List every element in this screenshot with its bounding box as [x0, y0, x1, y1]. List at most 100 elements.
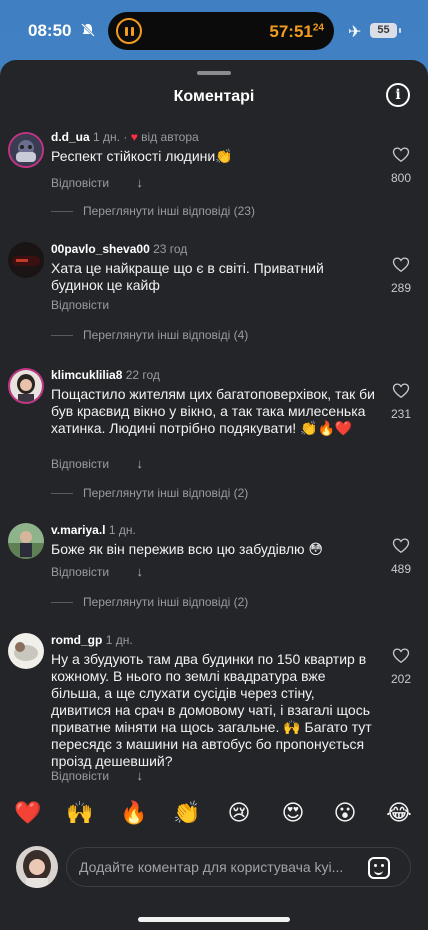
emoji-clap[interactable]: 👏	[169, 800, 205, 826]
home-indicator	[138, 917, 290, 922]
arrow-down-icon[interactable]: ↓	[136, 175, 143, 190]
view-replies-button[interactable]: Переглянути інші відповіді (2)	[51, 486, 248, 500]
pause-icon[interactable]	[116, 18, 142, 44]
comments-sheet: Коментарі i d.d_ua 1 дн. · ♥ від автора …	[0, 60, 428, 930]
heart-outline-icon[interactable]	[392, 382, 410, 399]
comment-item: romd_gp 1 дн. Ну а збудують там два буди…	[0, 633, 428, 783]
comment-username[interactable]: v.mariya.l	[51, 523, 105, 537]
arrow-down-icon[interactable]: ↓	[136, 768, 143, 783]
replies-line	[51, 493, 73, 495]
comment-text: Хата це найкраще що є в світі. Приватний…	[51, 260, 324, 293]
heart-outline-icon[interactable]	[392, 647, 410, 664]
heart-outline-icon[interactable]	[392, 256, 410, 273]
emoji-fire[interactable]: 🔥	[116, 800, 152, 826]
sheet-title: Коментарі	[173, 88, 255, 105]
comment-username[interactable]: d.d_ua	[51, 130, 90, 144]
comment-input-box[interactable]	[66, 847, 411, 887]
emoji-heart[interactable]: ❤️	[10, 800, 46, 826]
airplane-icon: ✈	[348, 24, 362, 41]
comment-item: v.mariya.l 1 дн. Боже як він пережив всю…	[0, 523, 428, 623]
like-count: 231	[390, 407, 412, 421]
like-button[interactable]	[388, 146, 414, 163]
heart-outline-icon[interactable]	[392, 537, 410, 554]
comment-header: v.mariya.l 1 дн.	[51, 523, 136, 537]
replies-line	[51, 211, 73, 213]
avatar[interactable]	[8, 368, 44, 404]
comment-actions: Відповісти	[51, 298, 109, 312]
view-replies-label[interactable]: Переглянути інші відповіді (2)	[83, 486, 248, 500]
comment-time: 23 год	[153, 242, 188, 256]
like-count: 489	[390, 562, 412, 576]
comment-actions: Відповісти ↓	[51, 175, 143, 190]
emoji-laughing[interactable]: 😂	[381, 800, 417, 826]
timer-value: 57:51	[269, 22, 313, 41]
info-icon[interactable]: i	[386, 83, 410, 107]
comment-composer	[0, 846, 428, 892]
sheet-grabber[interactable]	[197, 71, 231, 75]
comment-header: klimcuklilia8 22 год	[51, 368, 160, 382]
avatar[interactable]	[8, 132, 44, 168]
arrow-down-icon[interactable]: ↓	[136, 456, 143, 471]
reply-button[interactable]: Відповісти	[51, 298, 109, 312]
emoji-surprised[interactable]: 😮	[327, 800, 363, 826]
heart-icon: ♥	[130, 130, 138, 144]
reply-button[interactable]: Відповісти	[51, 176, 109, 190]
sticker-icon[interactable]	[368, 857, 390, 879]
timer-fraction: 24	[312, 22, 324, 34]
status-time: 08:50	[28, 21, 72, 40]
separator-dot: ·	[123, 130, 128, 144]
replies-line	[51, 335, 73, 337]
my-avatar	[16, 846, 58, 888]
reply-button[interactable]: Відповісти	[51, 565, 109, 579]
comment-text: Респект стійкості людини👏	[51, 148, 233, 164]
emoji-heart-eyes[interactable]: 😍	[275, 800, 311, 826]
reply-button[interactable]: Відповісти	[51, 457, 109, 471]
like-count: 289	[390, 281, 412, 295]
view-replies-button[interactable]: Переглянути інші відповіді (23)	[51, 204, 255, 218]
comment-time: 1 дн.	[108, 523, 136, 537]
comment-time: 1 дн.	[105, 633, 133, 647]
comment-actions: Відповісти ↓	[51, 564, 143, 579]
view-replies-button[interactable]: Переглянути інші відповіді (4)	[51, 328, 248, 342]
view-replies-label[interactable]: Переглянути інші відповіді (4)	[83, 328, 248, 342]
arrow-down-icon[interactable]: ↓	[136, 564, 143, 579]
view-replies-label[interactable]: Переглянути інші відповіді (2)	[83, 595, 248, 609]
comment-actions: Відповісти ↓	[51, 456, 143, 471]
avatar[interactable]	[8, 242, 44, 278]
battery-icon: 55	[370, 23, 401, 38]
emoji-bar: ❤️ 🙌 🔥 👏 😢 😍 😮 😂	[0, 800, 428, 836]
heart-outline-icon[interactable]	[392, 146, 410, 163]
like-button[interactable]	[388, 647, 414, 664]
like-button[interactable]	[388, 382, 414, 399]
status-bar: 08:50 57:5124 ✈ 55	[0, 0, 428, 62]
like-count: 202	[390, 672, 412, 686]
comment-header: romd_gp 1 дн.	[51, 633, 133, 647]
comment-time: 1 дн.	[93, 130, 120, 144]
dynamic-island[interactable]: 57:5124	[108, 12, 334, 50]
comment-text: Пощастило жителям цих багатоповерхівок, …	[51, 386, 375, 436]
comment-username[interactable]: 00pavlo_sheva00	[51, 242, 150, 256]
comment-input[interactable]	[79, 848, 359, 886]
timer-readout: 57:5124	[269, 22, 324, 42]
like-button[interactable]	[388, 537, 414, 554]
view-replies-button[interactable]: Переглянути інші відповіді (2)	[51, 595, 248, 609]
comment-username[interactable]: klimcuklilia8	[51, 368, 122, 382]
avatar[interactable]	[8, 633, 44, 669]
comment-actions: Відповісти ↓	[51, 768, 143, 783]
view-replies-label[interactable]: Переглянути інші відповіді (23)	[83, 204, 255, 218]
avatar[interactable]	[8, 523, 44, 559]
comment-username[interactable]: romd_gp	[51, 633, 102, 647]
bell-muted-icon	[81, 23, 95, 37]
like-button[interactable]	[388, 256, 414, 273]
comment-text: Ну а збудують там два будинки по 150 ква…	[51, 651, 372, 769]
replies-line	[51, 602, 73, 604]
emoji-crying[interactable]: 😢	[221, 800, 257, 826]
comment-header: d.d_ua 1 дн. · ♥ від автора	[51, 130, 199, 144]
comment-item: klimcuklilia8 22 год Пощастило жителям ц…	[0, 368, 428, 508]
reply-button[interactable]: Відповісти	[51, 769, 109, 783]
emoji-raised-hands[interactable]: 🙌	[62, 800, 98, 826]
comment-text: Боже як він пережив всю цю забудівлю 😳	[51, 541, 323, 557]
comment-time: 22 год	[125, 368, 160, 382]
author-badge: від автора	[141, 130, 199, 144]
comment-header: 00pavlo_sheva00 23 год	[51, 242, 187, 256]
